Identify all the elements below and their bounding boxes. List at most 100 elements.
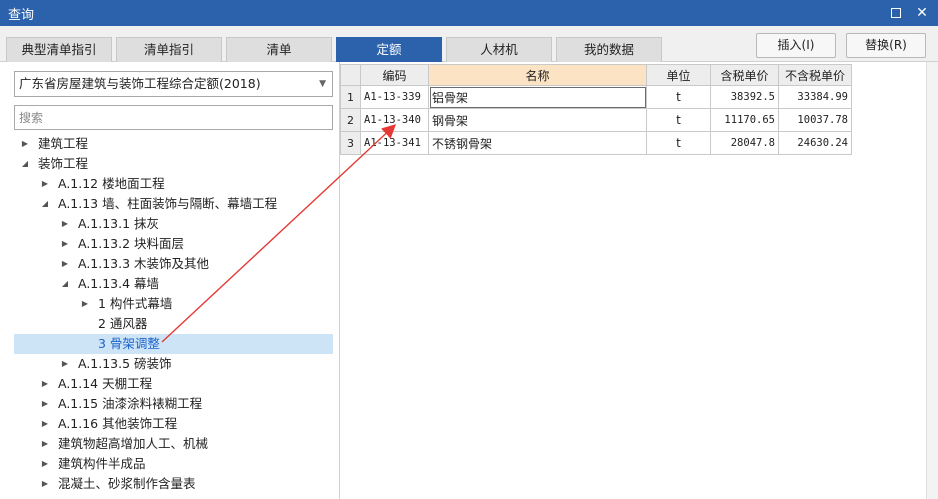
search-input[interactable] <box>14 105 333 130</box>
tree-node-label: 混凝土、砂浆制作含量表 <box>58 476 196 491</box>
cell-code[interactable]: A1-13-340 <box>360 108 429 132</box>
row-number: 2 <box>340 108 361 132</box>
collapsed-triangle-icon[interactable]: ▶ <box>40 434 50 454</box>
tree-node[interactable]: 2 通风器 <box>0 314 339 334</box>
tab-typical-list-guide[interactable]: 典型清单指引 <box>6 37 112 62</box>
cell-price-tax[interactable]: 38392.5 <box>710 85 779 109</box>
tree-node[interactable]: ▶ 1 构件式幕墙 <box>0 294 339 314</box>
column-header-price-notax[interactable]: 不含税单价 <box>778 64 852 86</box>
table-row[interactable]: 2 A1-13-340 钢骨架 t 11170.65 10037.78 <box>340 108 852 132</box>
collapsed-triangle-icon[interactable]: ▶ <box>40 474 50 494</box>
cell-code[interactable]: A1-13-341 <box>360 131 429 155</box>
row-number: 1 <box>340 85 361 109</box>
cell-code[interactable]: A1-13-339 <box>360 85 429 109</box>
cell-price-notax[interactable]: 24630.24 <box>778 131 852 155</box>
tree-node[interactable]: ▶ A.1.14 天棚工程 <box>0 374 339 394</box>
tab-bar: 典型清单指引 清单指引 清单 定额 人材机 我的数据 插入(I) 替换(R) <box>0 26 938 62</box>
table-row[interactable]: 1 A1-13-339 铝骨架 t 38392.5 33384.99 <box>340 85 852 109</box>
tree-node-label: 2 通风器 <box>98 316 148 331</box>
window-title: 查询 <box>8 8 35 23</box>
cell-name[interactable]: 铝骨架 <box>428 85 647 109</box>
collapsed-triangle-icon[interactable]: ▶ <box>40 454 50 474</box>
tree-node[interactable]: 3 骨架调整 <box>14 334 333 354</box>
tree-node[interactable]: ▶ A.1.16 其他装饰工程 <box>0 414 339 434</box>
collapsed-triangle-icon[interactable]: ▶ <box>60 354 70 374</box>
tree-node-label: 建筑工程 <box>38 136 89 151</box>
tree-node-label: 3 骨架调整 <box>98 336 160 351</box>
column-header-code[interactable]: 编码 <box>360 64 429 86</box>
collapsed-triangle-icon[interactable]: ▶ <box>20 134 30 154</box>
tree-node[interactable]: ▶ A.1.13.2 块料面层 <box>0 234 339 254</box>
column-header-unit[interactable]: 单位 <box>646 64 711 86</box>
cell-name[interactable]: 钢骨架 <box>428 108 647 132</box>
tree-node-label: 1 构件式幕墙 <box>98 296 173 311</box>
tree-node-label: A.1.12 楼地面工程 <box>58 176 165 191</box>
library-select[interactable]: 广东省房屋建筑与装饰工程综合定额(2018) ▼ <box>14 71 333 97</box>
tab-my-data[interactable]: 我的数据 <box>556 37 662 62</box>
table-row[interactable]: 3 A1-13-341 不锈钢骨架 t 28047.8 24630.24 <box>340 131 852 155</box>
tree-node[interactable]: ▶ A.1.13.5 磅装饰 <box>0 354 339 374</box>
right-pane: 编码 名称 单位 含税单价 不含税单价 1 A1-13-339 铝骨架 t 38… <box>340 62 926 499</box>
collapsed-triangle-icon[interactable]: ▶ <box>60 254 70 274</box>
expanded-triangle-icon[interactable]: ◢ <box>60 274 70 294</box>
tree-node-label: 装饰工程 <box>38 156 89 171</box>
replace-button[interactable]: 替换(R) <box>846 33 926 58</box>
tree-node-label: A.1.13.5 磅装饰 <box>78 356 172 371</box>
tree-node[interactable]: ▶ 建筑物超高增加人工、机械 <box>0 434 339 454</box>
column-header-name[interactable]: 名称 <box>428 64 647 86</box>
tab-list-guide[interactable]: 清单指引 <box>116 37 222 62</box>
tab-quota[interactable]: 定额 <box>336 37 442 62</box>
cell-unit[interactable]: t <box>646 108 711 132</box>
tree-node-label: A.1.13.2 块料面层 <box>78 236 185 251</box>
collapsed-triangle-icon[interactable]: ▶ <box>40 394 50 414</box>
category-tree: ▶ 建筑工程 ◢ 装饰工程 ▶ A.1.12 楼地面工程 ◢ A.1.13 墙、柱面装饰与隔断… <box>0 134 339 494</box>
cell-price-notax[interactable]: 33384.99 <box>778 85 852 109</box>
close-icon[interactable]: ✕ <box>912 3 932 23</box>
tree-node-label: A.1.15 油漆涂料裱糊工程 <box>58 396 203 411</box>
tree-node[interactable]: ▶ A.1.13.1 抹灰 <box>0 214 339 234</box>
collapsed-triangle-icon[interactable]: ▶ <box>60 234 70 254</box>
tree-node[interactable]: ▶ A.1.13.3 木装饰及其他 <box>0 254 339 274</box>
tree-node[interactable]: ▶ 建筑工程 <box>0 134 339 154</box>
tree-node-label: 建筑构件半成品 <box>58 456 146 471</box>
title-bar: 查询 ✕ <box>0 0 938 26</box>
tree-node[interactable]: ◢ A.1.13 墙、柱面装饰与隔断、幕墙工程 <box>0 194 339 214</box>
collapsed-triangle-icon[interactable]: ▶ <box>60 214 70 234</box>
left-pane: 广东省房屋建筑与装饰工程综合定额(2018) ▼ ▶ 建筑工程 ◢ 装饰工程 ▶ A.1.… <box>0 62 340 499</box>
tree-node-label: A.1.13.3 木装饰及其他 <box>78 256 210 271</box>
tab-labor-materials[interactable]: 人材机 <box>446 37 552 62</box>
tree-node-label: A.1.13.4 幕墙 <box>78 276 160 291</box>
collapsed-triangle-icon[interactable]: ▶ <box>40 174 50 194</box>
cell-price-tax[interactable]: 28047.8 <box>710 131 779 155</box>
tree-node[interactable]: ▶ A.1.15 油漆涂料裱糊工程 <box>0 394 339 414</box>
chevron-down-icon[interactable]: ▼ <box>319 72 326 96</box>
row-number-header <box>340 64 361 86</box>
collapsed-triangle-icon[interactable]: ▶ <box>40 414 50 434</box>
tree-node[interactable]: ▶ 混凝土、砂浆制作含量表 <box>0 474 339 494</box>
collapsed-triangle-icon[interactable]: ▶ <box>80 294 90 314</box>
tab-list[interactable]: 清单 <box>226 37 332 62</box>
column-header-price-tax[interactable]: 含税单价 <box>710 64 779 86</box>
library-select-value: 广东省房屋建筑与装饰工程综合定额(2018) <box>19 76 261 91</box>
cell-price-tax[interactable]: 11170.65 <box>710 108 779 132</box>
cell-name[interactable]: 不锈钢骨架 <box>428 131 647 155</box>
tree-node[interactable]: ◢ A.1.13.4 幕墙 <box>0 274 339 294</box>
table-header-row: 编码 名称 单位 含税单价 不含税单价 <box>340 64 852 86</box>
collapsed-triangle-icon[interactable]: ▶ <box>40 374 50 394</box>
cell-unit[interactable]: t <box>646 85 711 109</box>
tree-node-label: A.1.13.1 抹灰 <box>78 216 160 231</box>
maximize-icon[interactable] <box>886 3 906 23</box>
cell-unit[interactable]: t <box>646 131 711 155</box>
insert-button[interactable]: 插入(I) <box>756 33 836 58</box>
tree-node-label: A.1.14 天棚工程 <box>58 376 153 391</box>
tree-node[interactable]: ▶ 建筑构件半成品 <box>0 454 339 474</box>
expanded-triangle-icon[interactable]: ◢ <box>20 154 30 174</box>
tree-node-label: A.1.13 墙、柱面装饰与隔断、幕墙工程 <box>58 196 278 211</box>
tree-node-label: 建筑物超高增加人工、机械 <box>58 436 209 451</box>
vertical-scrollbar[interactable] <box>926 62 938 499</box>
cell-price-notax[interactable]: 10037.78 <box>778 108 852 132</box>
tree-node[interactable]: ▶ A.1.12 楼地面工程 <box>0 174 339 194</box>
expanded-triangle-icon[interactable]: ◢ <box>40 194 50 214</box>
tree-node-label: A.1.16 其他装饰工程 <box>58 416 178 431</box>
tree-node[interactable]: ◢ 装饰工程 <box>0 154 339 174</box>
